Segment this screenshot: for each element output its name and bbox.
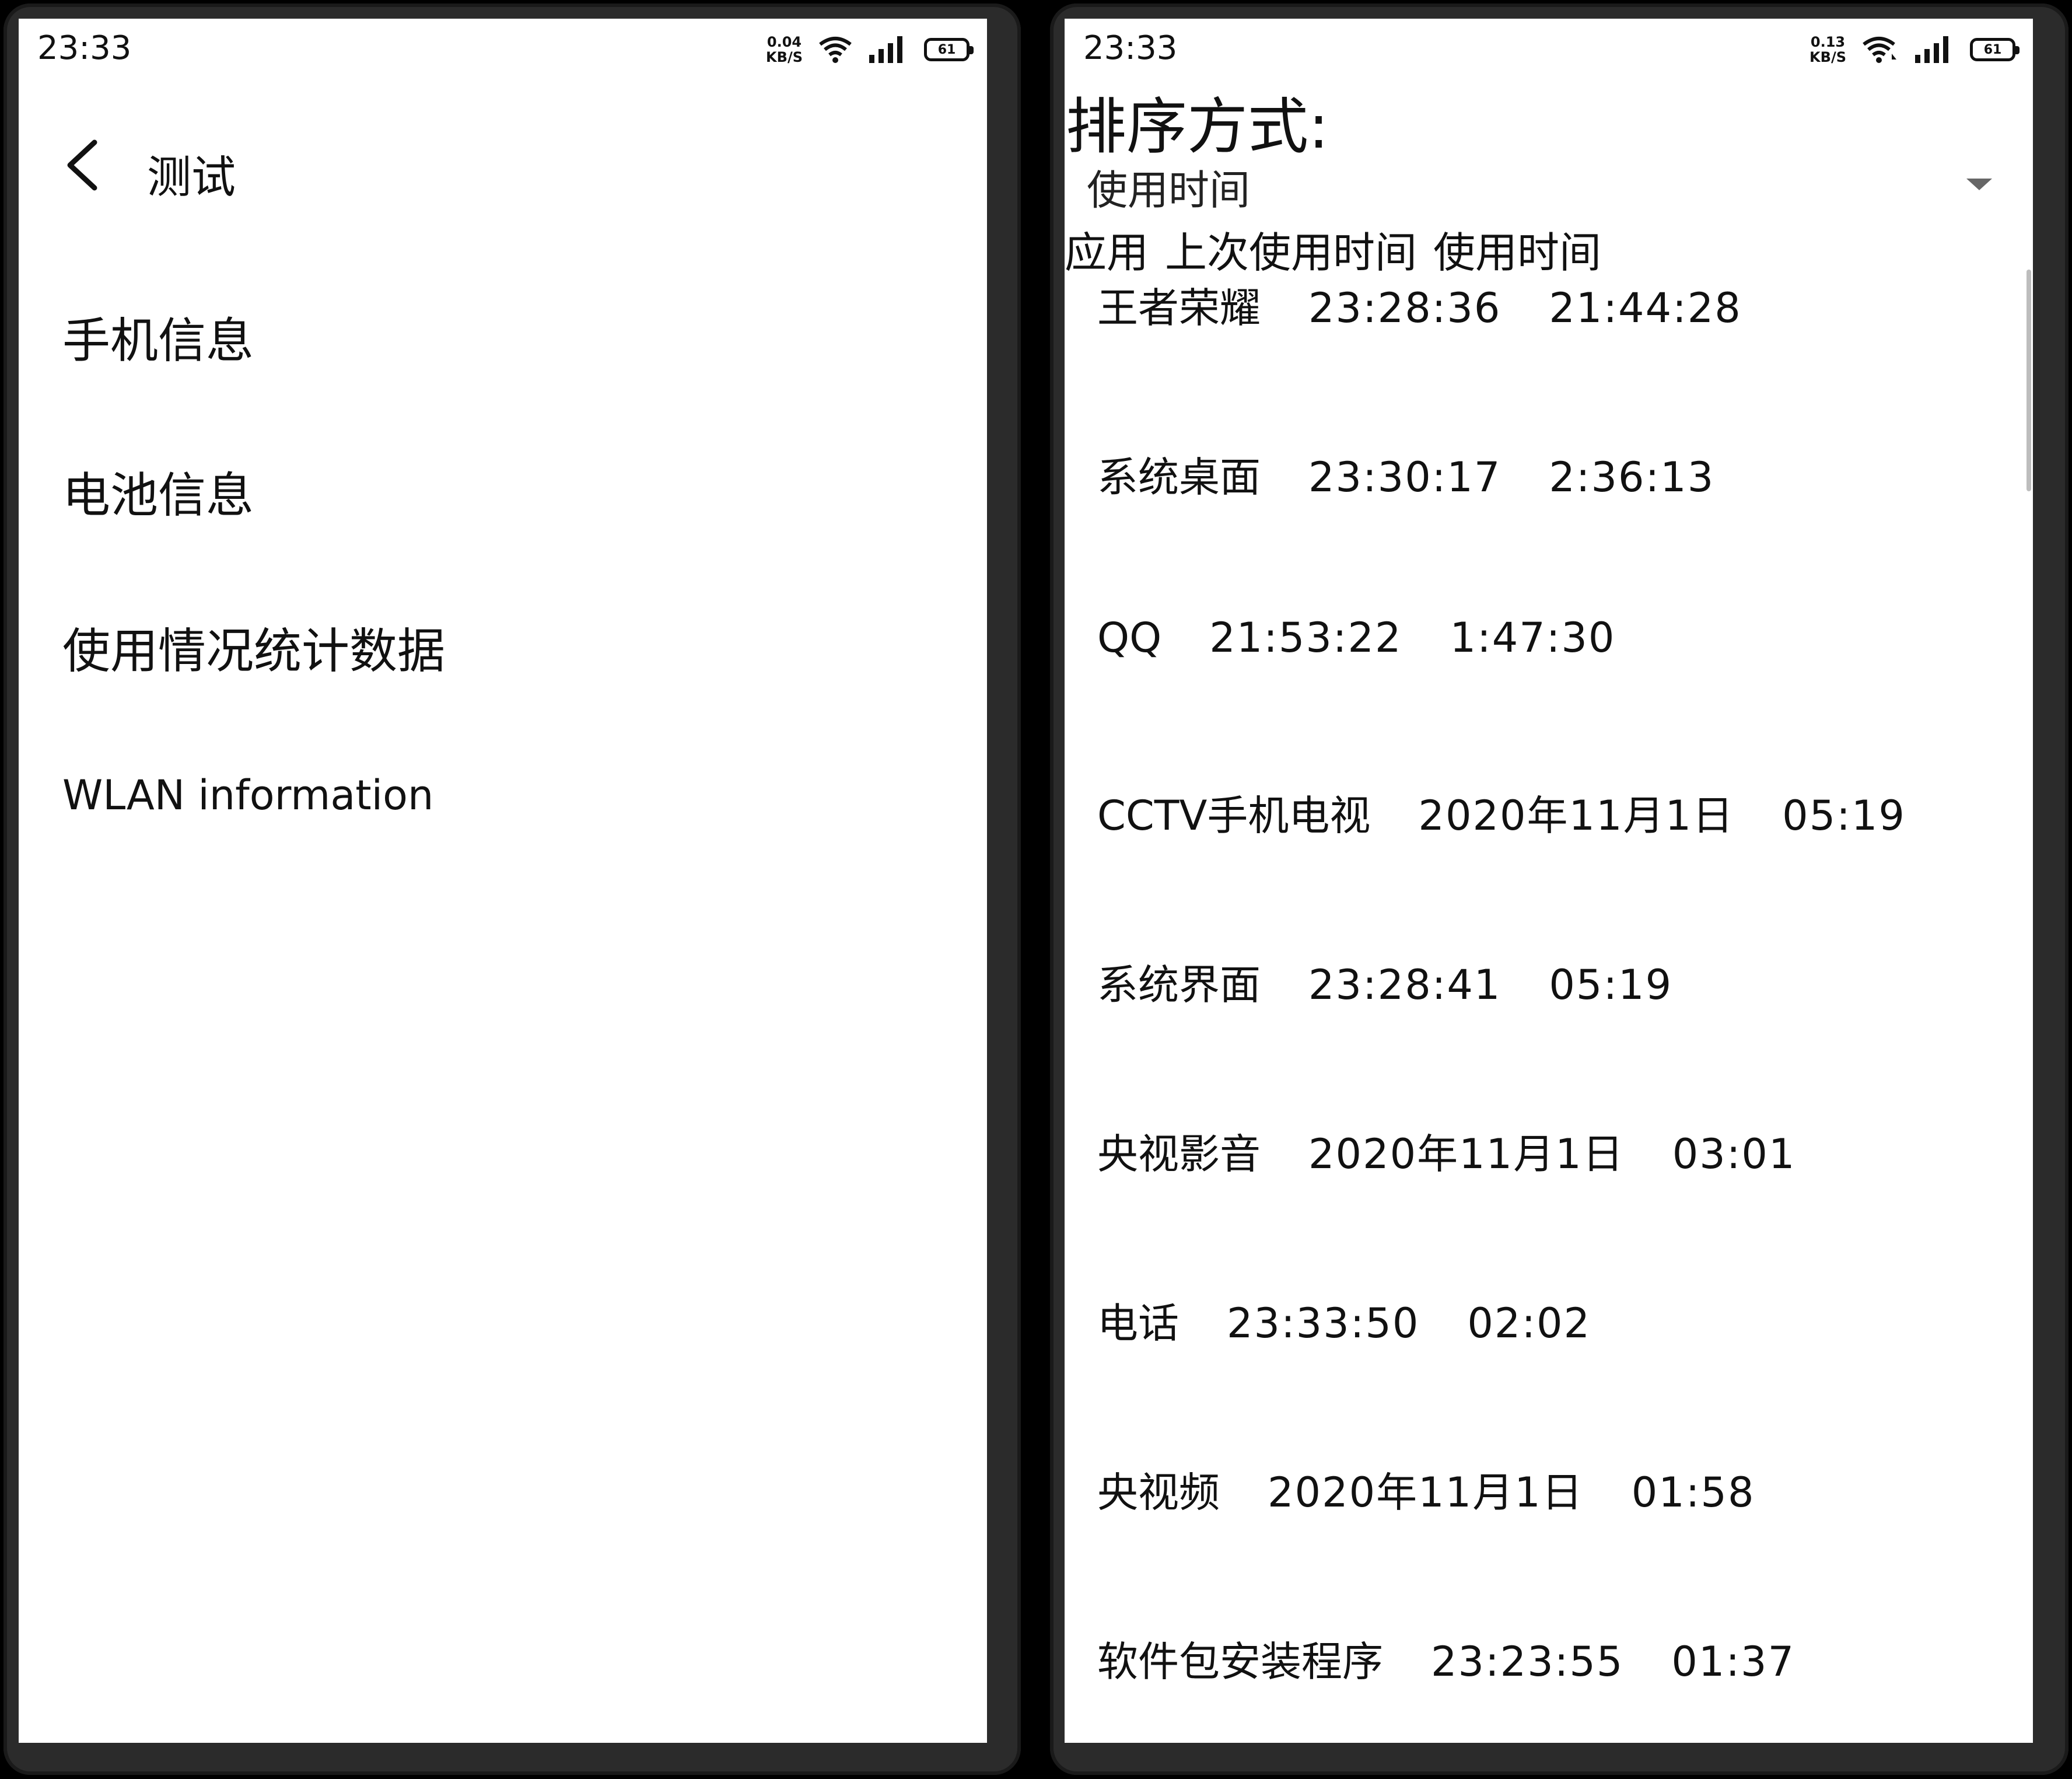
list-item[interactable]: CCTV手机电视 2020年11月1日 05:19 bbox=[1097, 783, 2033, 952]
last-used-time: 23:28:36 bbox=[1308, 284, 1502, 332]
status-icons: 0.04 KB/S 61 bbox=[766, 29, 974, 70]
battery-level: 61 bbox=[1983, 42, 2002, 57]
list-item[interactable]: 央视频 2020年11月1日 01:58 bbox=[1097, 1460, 2033, 1629]
app-name: 电话 bbox=[1097, 1299, 1179, 1347]
status-time: 23:33 bbox=[37, 29, 132, 67]
header-usage-time: 使用时间 bbox=[1433, 228, 1602, 277]
usage-duration: 2:36:13 bbox=[1549, 453, 1715, 501]
network-speed-value: 0.13 bbox=[1810, 34, 1846, 50]
table-header: 应用 上次使用时间 使用时间 bbox=[1065, 218, 1618, 279]
signal-icon bbox=[1915, 36, 1948, 63]
app-name: QQ bbox=[1097, 614, 1162, 662]
network-speed-unit: KB/S bbox=[1810, 49, 1846, 65]
usage-duration: 01:58 bbox=[1631, 1469, 1755, 1516]
screen-left: 23:33 0.04 KB/S 61 测试 手机信息 电池信息 使用情况统计数据… bbox=[19, 19, 987, 1743]
menu-item-phone-info[interactable]: 手机信息 bbox=[62, 302, 254, 371]
app-name: 系统界面 bbox=[1097, 961, 1261, 1009]
last-used-time: 2020年11月1日 bbox=[1308, 1130, 1625, 1178]
last-used-time: 23:33:50 bbox=[1227, 1299, 1420, 1347]
app-name: 系统桌面 bbox=[1097, 453, 1261, 501]
usage-duration: 02:02 bbox=[1467, 1299, 1591, 1347]
list-item[interactable]: 央视影音 2020年11月1日 03:01 bbox=[1097, 1121, 2033, 1291]
list-item[interactable]: 系统桌面 23:30:17 2:36:13 bbox=[1097, 445, 2033, 614]
app-name: CCTV手机电视 bbox=[1097, 792, 1371, 840]
dropdown-arrow-icon bbox=[1966, 179, 1992, 190]
screen-right: 23:33 0.13 KB/S 61 排序方式: 使用时间 应用 上次使用时间 … bbox=[1065, 19, 2033, 1743]
menu-item-wlan-info[interactable]: WLAN information bbox=[62, 771, 433, 819]
network-speed: 0.04 KB/S bbox=[766, 34, 803, 65]
header-last-used: 上次使用时间 bbox=[1165, 228, 1418, 277]
app-name: 王者荣耀 bbox=[1097, 284, 1261, 332]
app-name: 央视频 bbox=[1097, 1469, 1220, 1516]
app-name: 央视影音 bbox=[1097, 1130, 1261, 1178]
usage-duration: 1:47:30 bbox=[1450, 614, 1616, 662]
usage-duration: 01:37 bbox=[1671, 1638, 1796, 1686]
usage-duration: 05:19 bbox=[1782, 792, 1906, 840]
list-item[interactable]: 电话 23:33:50 02:02 bbox=[1097, 1291, 2033, 1460]
status-icons: 0.13 KB/S 61 bbox=[1810, 29, 2020, 70]
sort-dropdown-value: 使用时间 bbox=[1087, 166, 1250, 214]
list-item[interactable]: 系统界面 23:28:41 05:19 bbox=[1097, 952, 2033, 1121]
signal-icon bbox=[869, 36, 902, 63]
usage-list: 王者荣耀 23:28:36 21:44:28 系统桌面 23:30:17 2:36:13… bbox=[1097, 275, 2033, 1743]
network-speed-value: 0.04 bbox=[766, 34, 802, 50]
battery-icon: 61 bbox=[1970, 38, 2020, 61]
sort-dropdown[interactable]: 使用时间 bbox=[1065, 153, 2033, 217]
last-used-time: 2020年11月1日 bbox=[1268, 1469, 1584, 1516]
list-item[interactable]: 王者荣耀 23:28:36 21:44:28 bbox=[1097, 275, 2033, 445]
top-bar: 测试 bbox=[19, 124, 987, 205]
sort-label: 排序方式: bbox=[1066, 91, 1329, 162]
list-item[interactable]: QQ 21:53:22 1:47:30 bbox=[1097, 614, 2033, 783]
network-speed-unit: KB/S bbox=[766, 49, 803, 65]
status-bar: 23:33 0.13 KB/S 61 bbox=[1065, 19, 2033, 83]
usage-duration: 21:44:28 bbox=[1549, 284, 1742, 332]
last-used-time: 23:23:55 bbox=[1431, 1638, 1624, 1686]
page-title: 测试 bbox=[147, 151, 236, 203]
header-app: 应用 bbox=[1065, 228, 1149, 277]
battery-level: 61 bbox=[937, 42, 956, 57]
list-item[interactable]: 软件包安装程序 23:23:55 01:37 bbox=[1097, 1629, 2033, 1743]
last-used-time: 21:53:22 bbox=[1209, 614, 1402, 662]
menu-item-usage-stats[interactable]: 使用情况统计数据 bbox=[62, 612, 445, 681]
menu-item-battery-info[interactable]: 电池信息 bbox=[62, 456, 254, 526]
status-time: 23:33 bbox=[1083, 29, 1178, 67]
wifi-icon bbox=[819, 37, 852, 63]
app-name: 软件包安装程序 bbox=[1097, 1638, 1383, 1686]
battery-icon: 61 bbox=[924, 38, 974, 61]
status-bar: 23:33 0.04 KB/S 61 bbox=[19, 19, 987, 83]
last-used-time: 23:28:41 bbox=[1308, 961, 1502, 1009]
last-used-time: 23:30:17 bbox=[1308, 453, 1502, 501]
wifi-icon bbox=[1863, 37, 1896, 63]
usage-duration: 03:01 bbox=[1672, 1130, 1796, 1178]
network-speed: 0.13 KB/S bbox=[1810, 34, 1846, 65]
usage-duration: 05:19 bbox=[1549, 961, 1673, 1009]
back-arrow-icon[interactable] bbox=[60, 139, 106, 191]
last-used-time: 2020年11月1日 bbox=[1418, 792, 1735, 840]
